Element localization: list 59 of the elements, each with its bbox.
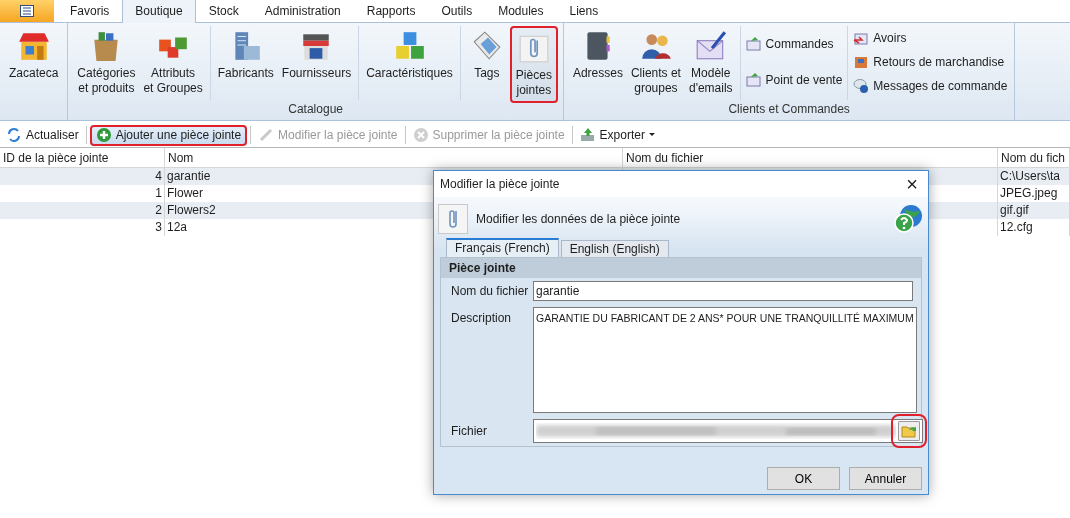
ribbon-button[interactable]: Zacateca: [5, 26, 63, 84]
envelope-icon: [745, 36, 762, 52]
ribbon-tab[interactable]: Liens: [556, 0, 612, 22]
ribbon-button[interactable]: Pièces jointes: [509, 26, 558, 103]
dialog-button[interactable]: OK: [767, 467, 840, 490]
table-cell: C:\Users\ta: [998, 168, 1070, 185]
ribbon-button[interactable]: Adresses: [568, 26, 627, 84]
table-cell: JPEG.jpeg: [998, 185, 1070, 202]
field-label: Nom du fichier: [451, 284, 530, 298]
table-cell: 12.cfg: [998, 219, 1070, 236]
ribbon-button[interactable]: Caractéristiques: [362, 26, 457, 84]
ribbon-button[interactable]: Fournisseurs: [277, 26, 356, 84]
field-label: Fichier: [451, 424, 488, 438]
ribbon-tab[interactable]: Favoris: [57, 0, 123, 22]
table-cell: gif.gif: [998, 202, 1070, 219]
ribbon-button[interactable]: Tags: [463, 26, 510, 84]
group-label: Clients et Commandes: [727, 102, 851, 118]
dialog-button[interactable]: Annuler: [849, 467, 922, 490]
envelope-icon: [745, 72, 762, 88]
ribbon-button[interactable]: Retours de marchandise: [851, 53, 1010, 71]
section-header: Pièce jointe: [441, 258, 921, 278]
table-cell: 2: [0, 202, 165, 219]
ribbon-button[interactable]: Fabricants: [213, 26, 278, 84]
toolbar-button[interactable]: Actualiser: [2, 124, 83, 146]
ribbon-button[interactable]: Catégories et produits: [73, 26, 140, 99]
menu-icon: [20, 4, 34, 17]
pencil-icon: [258, 127, 275, 143]
ribbon-button[interactable]: Modèle d'emails: [684, 26, 737, 99]
help-icon[interactable]: [892, 203, 924, 235]
refresh-icon: [6, 127, 22, 143]
delete-icon: [412, 127, 429, 143]
ribbon-button[interactable]: Avoirs: [851, 29, 1010, 47]
paperclip-icon: [438, 204, 468, 234]
message-info-icon: [853, 78, 870, 94]
ribbon-tab[interactable]: Outils: [428, 0, 486, 22]
filename-field[interactable]: garantie: [533, 281, 913, 301]
group-label: Catalogue: [287, 102, 344, 118]
ribbon-button[interactable]: Clients et groupes: [626, 26, 685, 99]
language-tab[interactable]: Français (French): [446, 238, 559, 257]
ribbon-tab[interactable]: Rapports: [353, 0, 429, 22]
table-cell: 4: [0, 168, 165, 185]
language-tab[interactable]: English (English): [560, 240, 669, 257]
ribbon-button[interactable]: Messages de commande: [851, 77, 1010, 95]
ribbon-tab[interactable]: Administration: [251, 0, 354, 22]
app-menu-button[interactable]: [0, 0, 54, 22]
toolbar-button[interactable]: Exporter: [575, 124, 659, 146]
ribbon-button[interactable]: Point de vente: [743, 71, 845, 89]
export-icon: [579, 127, 596, 143]
package-icon: [853, 54, 870, 70]
ribbon-tab[interactable]: Boutique: [122, 0, 196, 23]
close-button[interactable]: ×: [902, 174, 922, 194]
ribbon-tab[interactable]: Stock: [195, 0, 252, 22]
add-icon: [95, 127, 112, 143]
description-field[interactable]: GARANTIE DU FABRICANT DE 2 ANS* POUR UNE TRANQUILLITÉ MAXIMUM: [533, 307, 917, 413]
ribbon-button[interactable]: Attributs et Groupes: [139, 26, 207, 99]
field-label: Description: [451, 311, 513, 325]
toolbar-button[interactable]: Ajouter une pièce jointe: [89, 124, 248, 146]
ribbon-button[interactable]: Commandes: [743, 35, 845, 53]
ribbon-tab[interactable]: Modules: [485, 0, 557, 22]
